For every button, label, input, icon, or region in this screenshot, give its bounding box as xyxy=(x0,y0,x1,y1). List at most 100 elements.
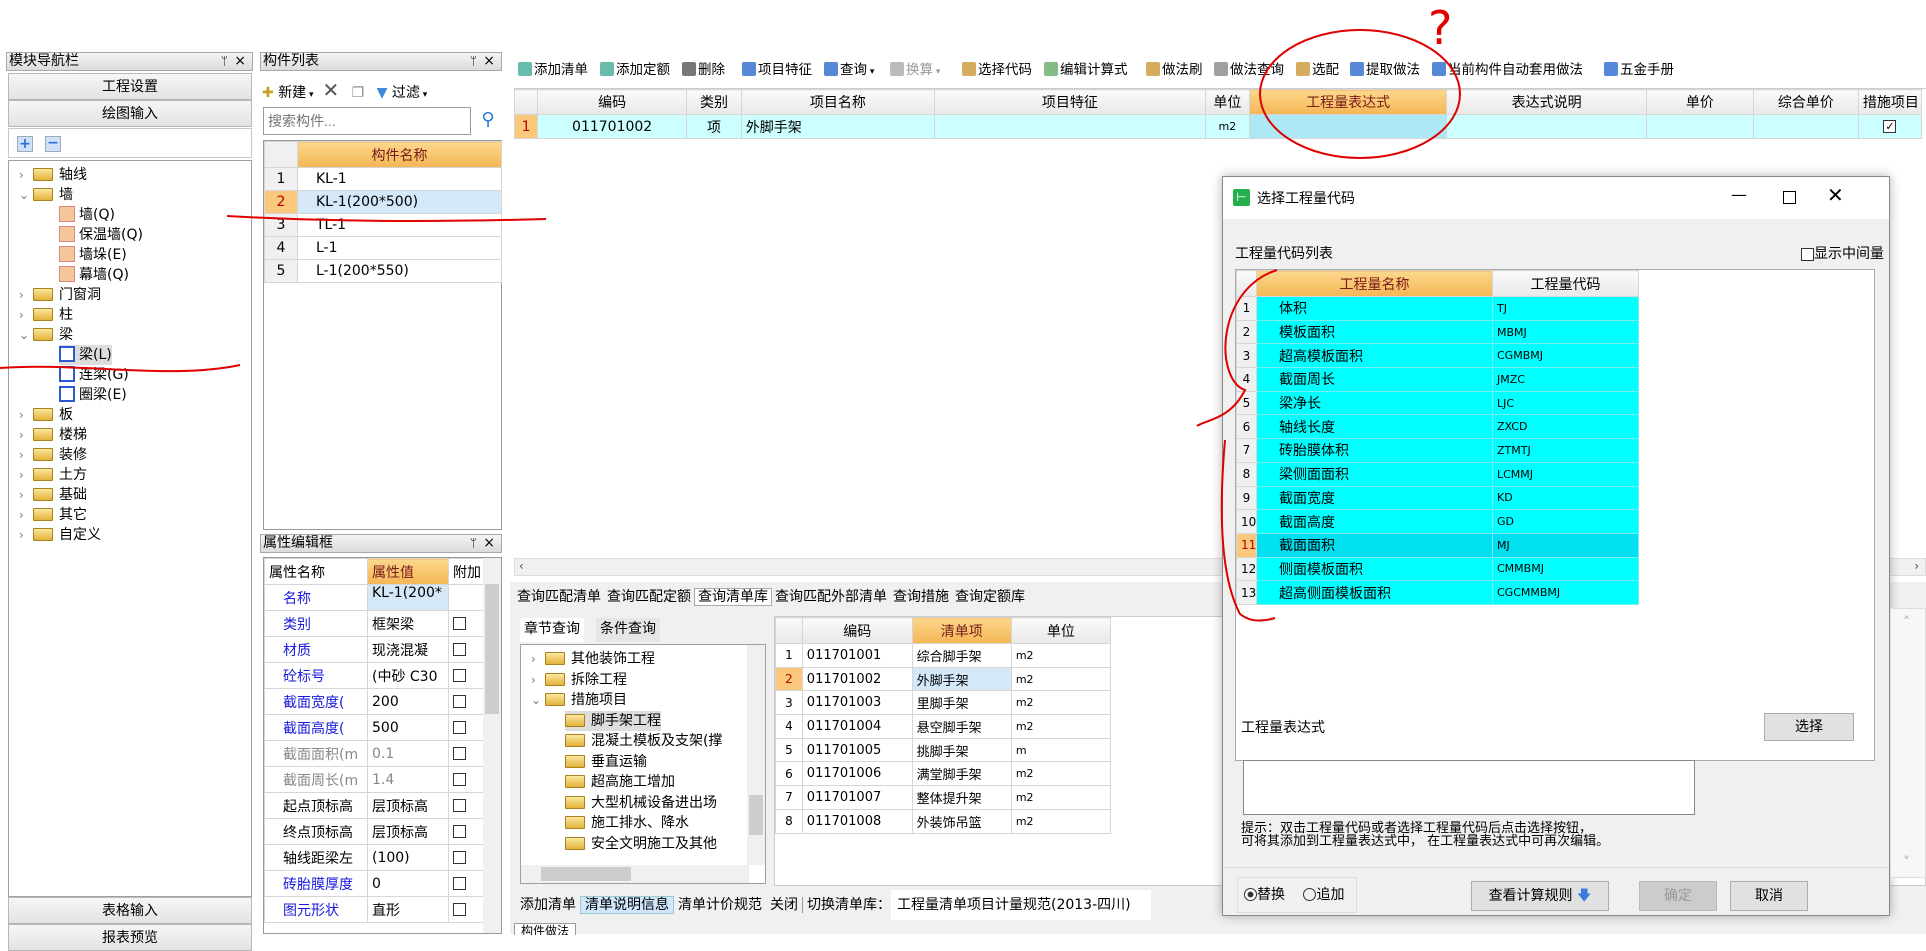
toolbar-button[interactable]: 查询 ▾ xyxy=(824,54,874,86)
collapse-all-icon[interactable]: − xyxy=(45,136,61,152)
bill-code[interactable]: 011701001 xyxy=(801,643,913,668)
tree-item[interactable]: 墙(Q) xyxy=(59,205,115,225)
property-extra[interactable] xyxy=(448,636,485,663)
bill-row[interactable]: 4 011701004 悬空脚手架 m2 xyxy=(775,714,1112,739)
property-row[interactable]: 起点顶标高 层顶标高 xyxy=(264,792,485,819)
bill-code[interactable]: 011701007 xyxy=(801,785,913,810)
toolbar-button[interactable]: 添加清单 xyxy=(518,54,588,86)
component-name[interactable]: KL-1 xyxy=(297,167,502,191)
tree-item[interactable]: 圈梁(E) xyxy=(59,385,127,405)
property-row[interactable]: 材质 现浇混凝 xyxy=(264,636,485,663)
toolbar-button[interactable]: 删除 xyxy=(682,54,725,86)
toolbar-button[interactable]: 编辑计算式 xyxy=(1044,54,1128,86)
filter-button[interactable]: 过滤 xyxy=(392,85,420,101)
property-row[interactable]: 图元形状 直形 xyxy=(264,896,485,923)
report-preview-button[interactable]: 报表预览 xyxy=(8,924,252,951)
property-extra[interactable] xyxy=(448,584,485,611)
tree-item[interactable]: 连梁(G) xyxy=(59,365,129,385)
chevron-right-icon[interactable]: › xyxy=(19,505,33,525)
chevron-down-icon[interactable]: ⌄ xyxy=(19,185,33,205)
bill-unit[interactable]: m xyxy=(1010,737,1112,763)
quantity-code[interactable]: CMMBMJ xyxy=(1492,556,1639,582)
quantity-code[interactable]: GD xyxy=(1492,509,1639,534)
close-icon[interactable]: × xyxy=(483,535,495,552)
bill-unit[interactable]: m2 xyxy=(1010,690,1112,716)
props-scrollbar[interactable] xyxy=(483,558,501,933)
code-row[interactable]: 5 梁净长 LJC xyxy=(1236,390,1639,416)
property-extra[interactable] xyxy=(448,610,485,637)
quantity-name[interactable]: 截面高度 xyxy=(1256,509,1493,534)
table-input-button[interactable]: 表格输入 xyxy=(8,897,252,924)
property-row[interactable]: 截面宽度(200 xyxy=(264,688,485,715)
tree-hscrollbar[interactable] xyxy=(521,865,749,883)
chevron-right-icon[interactable]: › xyxy=(19,285,33,305)
code-row[interactable]: 13 超高侧面模板面积 CGCMMBMJ xyxy=(1236,580,1639,605)
chevron-right-icon[interactable]: › xyxy=(19,405,33,425)
bottom-action[interactable]: 添加清单 xyxy=(516,897,580,913)
toolbar-button[interactable]: 选配 xyxy=(1296,54,1339,86)
chevron-right-icon[interactable]: › xyxy=(531,649,545,669)
quantity-code[interactable]: TJ xyxy=(1492,296,1639,321)
tree-folder[interactable]: › 自定义 xyxy=(19,525,101,545)
tree-folder[interactable]: › 柱 xyxy=(19,305,73,325)
query-column-header[interactable]: 编码 xyxy=(801,617,913,644)
chapter-tree-item[interactable]: › 其他装饰工程 xyxy=(531,649,655,669)
detail-vscrollbar[interactable]: ˄ ˅ xyxy=(1890,608,1926,878)
chapter-tree-item[interactable]: 超高施工增加 xyxy=(565,772,675,792)
bill-unit[interactable]: m2 xyxy=(1010,643,1112,668)
property-value[interactable]: 0.1 xyxy=(367,740,449,767)
cell-desc[interactable] xyxy=(1446,114,1647,139)
quantity-name[interactable]: 轴线长度 xyxy=(1256,414,1493,440)
cell-feature[interactable] xyxy=(933,114,1206,139)
extra-checkbox[interactable] xyxy=(453,851,466,864)
chapter-tree-item[interactable]: 垂直运输 xyxy=(565,752,647,772)
quantity-code[interactable]: CGCMMBMJ xyxy=(1492,580,1639,605)
column-header[interactable]: 单位 xyxy=(1204,89,1250,115)
select-button[interactable]: 选择 xyxy=(1764,713,1854,741)
extra-checkbox[interactable] xyxy=(453,643,466,656)
chapter-tree-item[interactable]: 施工排水、降水 xyxy=(565,813,689,833)
quantity-name[interactable]: 截面面积 xyxy=(1256,532,1493,558)
extra-checkbox[interactable] xyxy=(453,799,466,812)
property-extra[interactable] xyxy=(448,844,485,871)
drawing-input-button[interactable]: 绘图输入 xyxy=(8,100,252,127)
toolbar-button[interactable]: 添加定额 xyxy=(600,54,670,86)
code-row[interactable]: 3 超高模板面积 CGMBMJ xyxy=(1236,343,1639,369)
property-value[interactable]: (中砂 C30 xyxy=(367,662,449,689)
quantity-name[interactable]: 侧面模板面积 xyxy=(1256,556,1493,582)
chevron-right-icon[interactable]: › xyxy=(19,305,33,325)
subtab-condition[interactable]: 条件查询 xyxy=(596,618,660,642)
query-tab[interactable]: 查询匹配外部清单 xyxy=(772,589,890,605)
bill-name[interactable]: 悬空脚手架 xyxy=(911,714,1012,739)
cell-name[interactable]: 外脚手架 xyxy=(740,114,935,139)
chevron-down-icon[interactable]: ⌄ xyxy=(531,690,545,710)
bill-row[interactable]: 6 011701006 满堂脚手架 m2 xyxy=(775,761,1112,787)
bill-code[interactable]: 011701002 xyxy=(801,666,913,692)
bill-name[interactable]: 整体提升架 xyxy=(911,785,1012,810)
bill-row[interactable]: 2 011701002 外脚手架 m2 xyxy=(775,666,1112,692)
quantity-name[interactable]: 模板面积 xyxy=(1256,319,1493,345)
bill-unit[interactable]: m2 xyxy=(1010,785,1112,810)
component-row[interactable]: 3 TL-1 xyxy=(264,213,502,237)
chevron-right-icon[interactable]: › xyxy=(19,465,33,485)
bill-name[interactable]: 综合脚手架 xyxy=(911,643,1012,668)
cell-code[interactable]: 011701002 xyxy=(537,114,688,139)
subtab-chapter[interactable]: 章节查询 xyxy=(520,618,584,642)
property-extra[interactable] xyxy=(448,792,485,819)
bill-row[interactable]: 3 011701003 里脚手架 m2 xyxy=(775,690,1112,716)
column-header[interactable]: 措施项目 xyxy=(1857,89,1923,115)
property-extra[interactable] xyxy=(448,662,485,689)
property-row[interactable]: 终点顶标高 层顶标高 xyxy=(264,818,485,845)
chevron-right-icon[interactable]: › xyxy=(19,525,33,545)
property-value[interactable]: 层顶标高 xyxy=(367,792,449,819)
bill-name[interactable]: 外脚手架 xyxy=(911,666,1012,692)
code-row[interactable]: 4 截面周长 JMZC xyxy=(1236,367,1639,392)
property-value[interactable]: 1.4 xyxy=(367,766,449,793)
cell-unit[interactable]: m2 xyxy=(1204,114,1250,139)
quantity-name[interactable]: 截面周长 xyxy=(1256,367,1493,392)
close-icon[interactable]: × xyxy=(483,53,495,70)
property-value[interactable]: 层顶标高 xyxy=(367,818,449,845)
code-row[interactable]: 12 侧面模板面积 CMMBMJ xyxy=(1236,556,1639,582)
toolbar-button[interactable]: 换算 ▾ xyxy=(890,54,940,86)
component-row[interactable]: 4 L-1 xyxy=(264,236,502,260)
